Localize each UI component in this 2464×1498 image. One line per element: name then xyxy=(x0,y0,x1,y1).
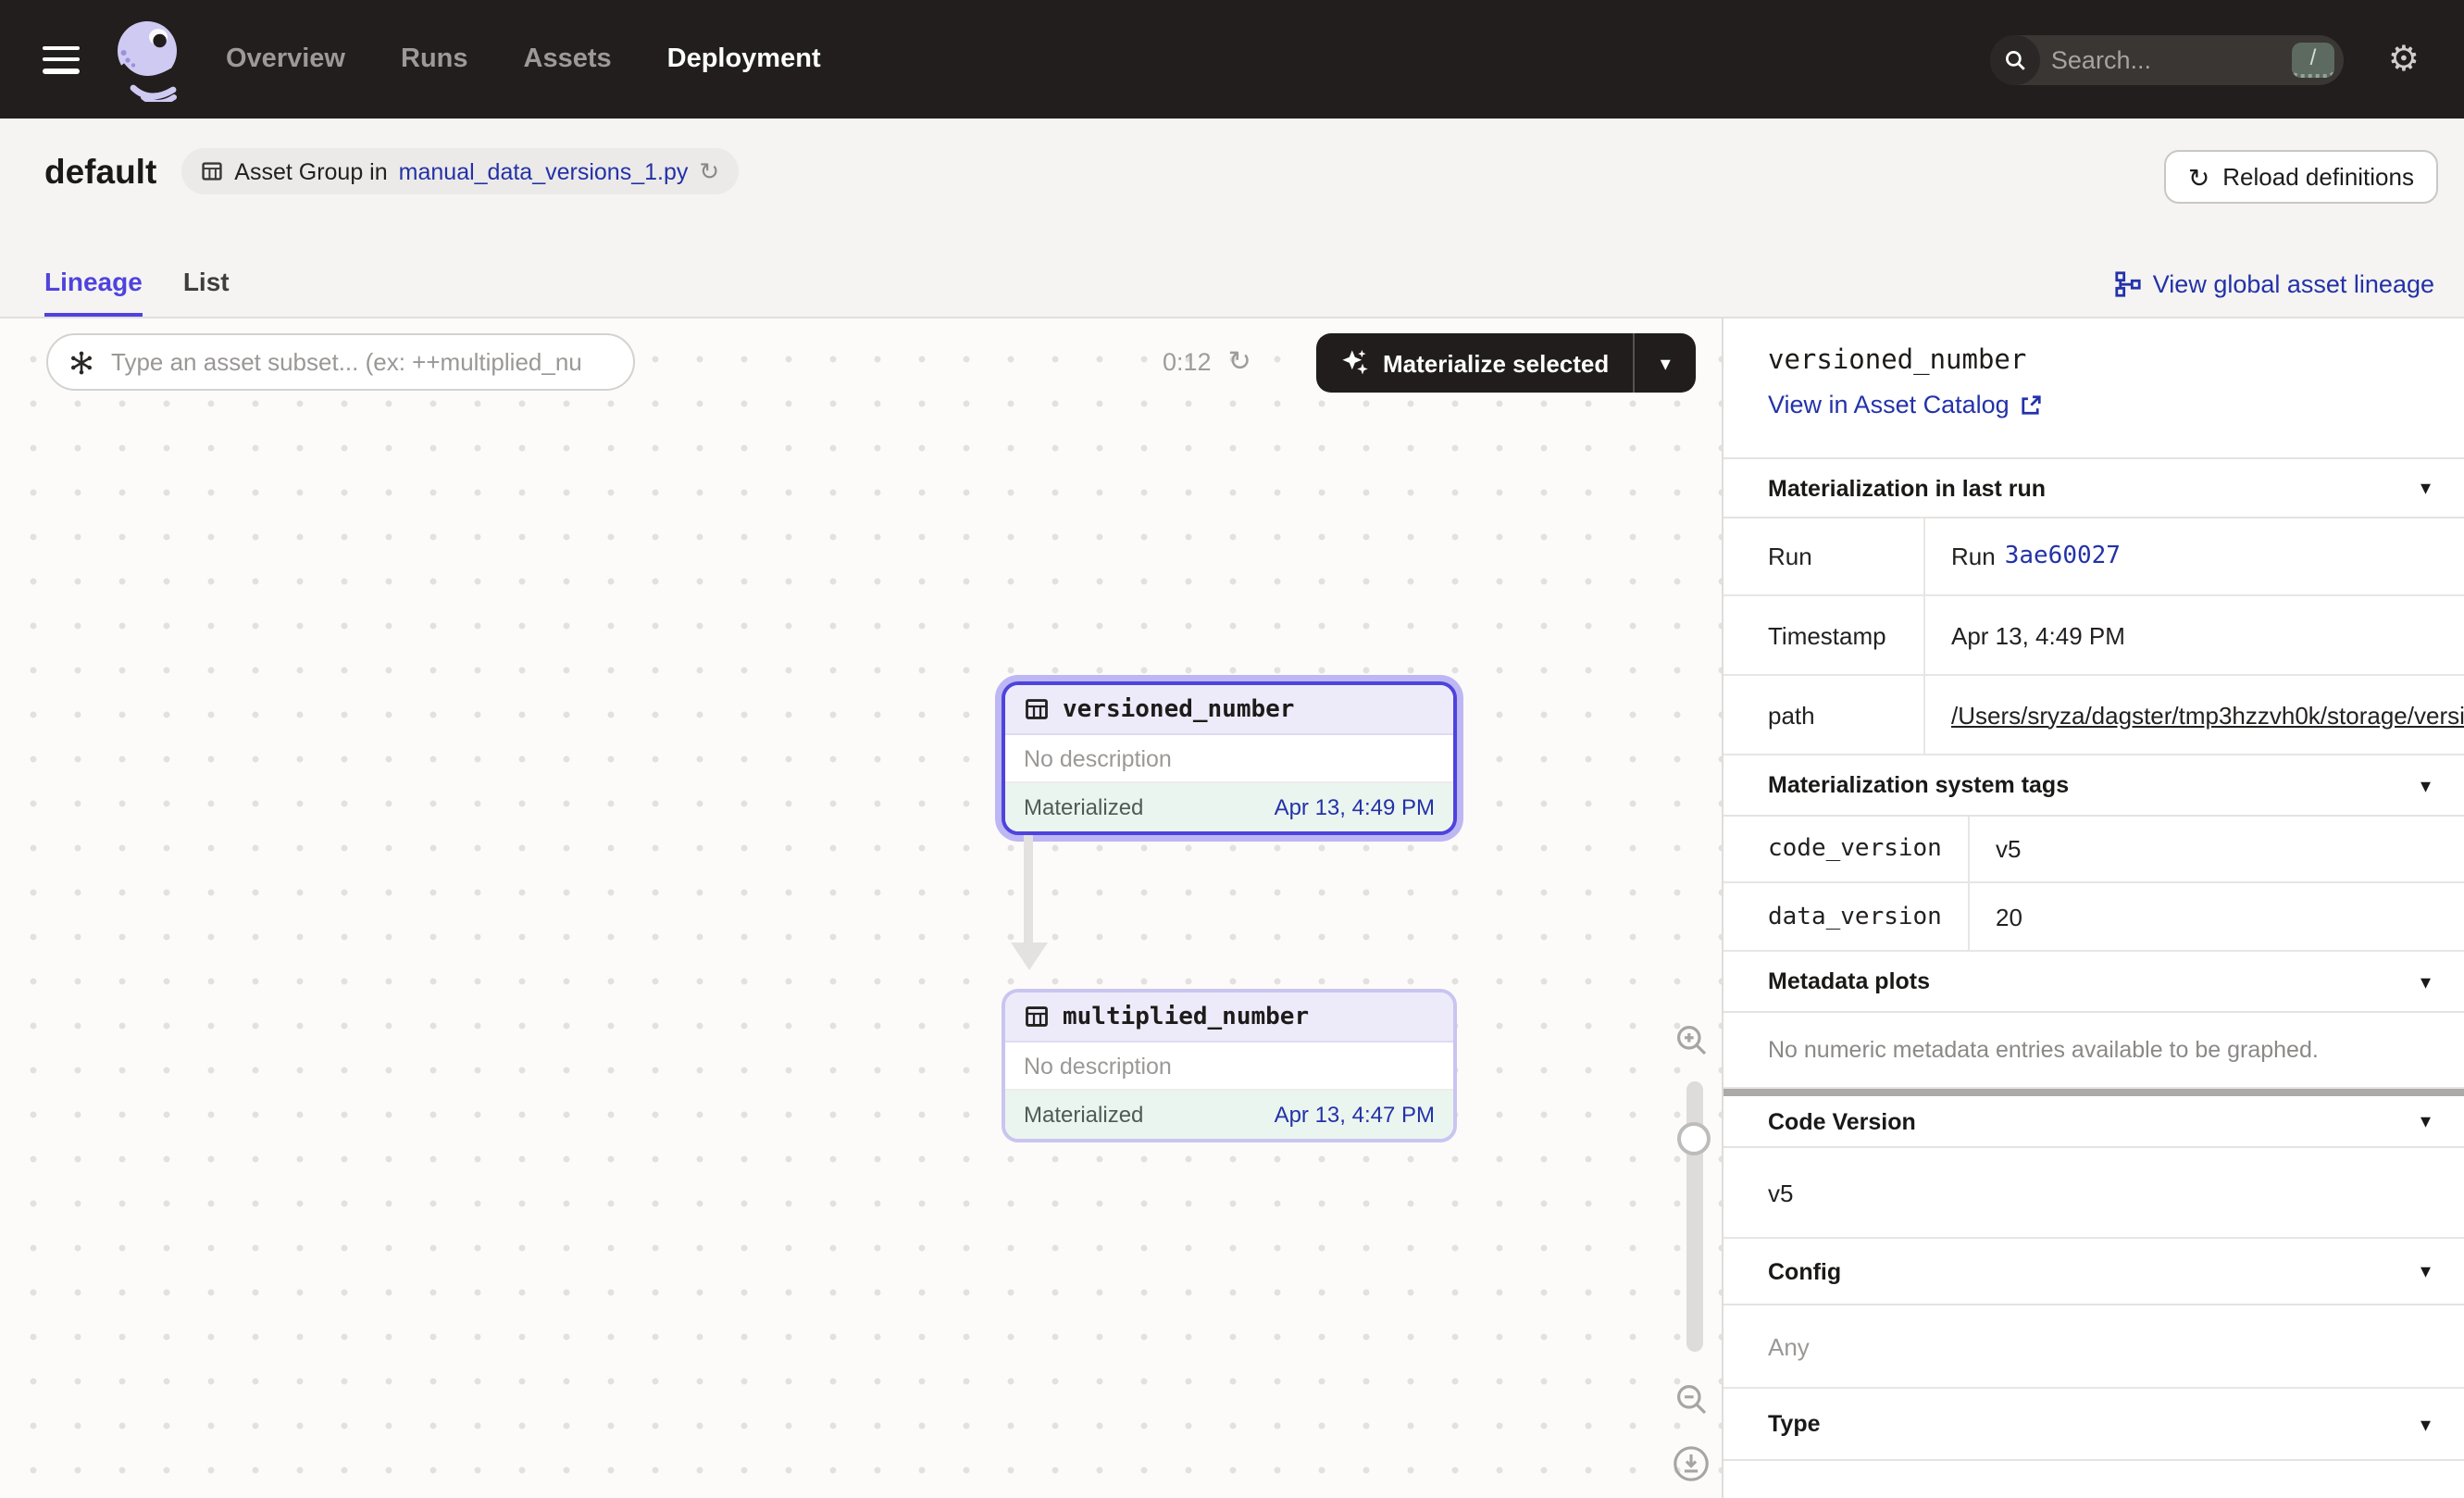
asset-node-versioned-number[interactable]: versioned_number No description Material… xyxy=(1002,681,1457,835)
reload-icon: ↻ xyxy=(2188,164,2209,190)
collapse-caret-icon[interactable]: ▾ xyxy=(2420,773,2431,797)
tag-key: code_version xyxy=(1724,817,1968,881)
menu-icon[interactable] xyxy=(43,45,80,73)
zoom-in-icon[interactable] xyxy=(1674,1022,1711,1059)
collapse-caret-icon[interactable]: ▾ xyxy=(2420,1109,2431,1133)
asset-name: versioned_number xyxy=(1063,695,1294,723)
table-row-data-version: data_version 20 xyxy=(1724,883,2464,952)
run-prefix: Run xyxy=(1951,543,1996,570)
code-version-value: v5 xyxy=(1724,1148,2464,1239)
section-system-tags[interactable]: Materialization system tags ▾ xyxy=(1724,755,2464,817)
timestamp-value: Apr 13, 4:49 PM xyxy=(1923,596,2464,674)
collapse-caret-icon[interactable]: ▾ xyxy=(2420,1259,2431,1283)
timer-value: 0:12 xyxy=(1163,348,1212,376)
refresh-timer: 0:12 ↻ xyxy=(1163,333,1251,391)
refresh-icon[interactable]: ↻ xyxy=(699,159,719,183)
nav-overview[interactable]: Overview xyxy=(226,44,345,74)
asset-group-breadcrumb: Asset Group in manual_data_versions_1.py… xyxy=(180,148,738,194)
view-in-asset-catalog-link[interactable]: View in Asset Catalog xyxy=(1768,391,2434,418)
external-link-icon xyxy=(2021,393,2043,416)
panel-header: versioned_number View in Asset Catalog xyxy=(1724,318,2464,459)
panel-divider xyxy=(1724,1089,2464,1096)
row-label: Run xyxy=(1724,518,1923,594)
tag-value: v5 xyxy=(1968,817,2464,881)
table-row-timestamp: Timestamp Apr 13, 4:49 PM xyxy=(1724,596,2464,676)
lineage-graph-canvas[interactable]: 0:12 ↻ Materialize selected ▾ xyxy=(0,318,1722,1498)
zoom-slider-thumb[interactable] xyxy=(1676,1122,1710,1155)
top-nav: Overview Runs Assets Deployment / ⚙ xyxy=(0,0,2464,119)
path-link[interactable]: /Users/sryza/dagster/tmp3hzzvh0k/storage… xyxy=(1951,701,2464,729)
selected-asset-name: versioned_number xyxy=(1768,346,2434,376)
asset-node-multiplied-number[interactable]: multiplied_number No description Materia… xyxy=(1002,989,1457,1142)
metadata-plots-empty-message: No numeric metadata entries available to… xyxy=(1724,1013,2464,1089)
dagster-logo-icon[interactable] xyxy=(111,18,185,101)
nav-assets[interactable]: Assets xyxy=(524,44,612,74)
page-title: default xyxy=(44,151,156,192)
asset-detail-panel: versioned_number View in Asset Catalog M… xyxy=(1722,318,2464,1498)
breadcrumb-prefix: Asset Group in xyxy=(234,158,387,184)
section-config[interactable]: Config ▾ xyxy=(1724,1239,2464,1305)
asset-table-icon xyxy=(1024,696,1050,722)
search-box[interactable]: / xyxy=(1990,34,2344,84)
section-metadata-plots[interactable]: Metadata plots ▾ xyxy=(1724,952,2464,1013)
page-header: default Asset Group in manual_data_versi… xyxy=(0,119,2464,318)
primary-nav: Overview Runs Assets Deployment xyxy=(226,44,821,74)
download-image-icon[interactable] xyxy=(1672,1444,1711,1483)
slash-shortcut-badge: / xyxy=(2292,42,2334,77)
asset-name: multiplied_number xyxy=(1063,1003,1309,1030)
collapse-caret-icon[interactable]: ▾ xyxy=(2420,476,2431,500)
tab-list[interactable]: List xyxy=(183,267,230,317)
section-code-version[interactable]: Code Version ▾ xyxy=(1724,1096,2464,1148)
reload-definitions-button[interactable]: ↻ Reload definitions xyxy=(2164,150,2438,204)
asset-subset-filter[interactable] xyxy=(46,333,635,391)
zoom-out-icon[interactable] xyxy=(1674,1381,1711,1418)
materialization-time-link[interactable]: Apr 13, 4:49 PM xyxy=(1275,794,1435,820)
asset-table-icon xyxy=(1024,1004,1050,1030)
refresh-icon[interactable]: ↻ xyxy=(1228,348,1251,376)
view-global-lineage-link[interactable]: View global asset lineage xyxy=(2114,270,2434,298)
table-row-run: Run Run 3ae60027 xyxy=(1724,518,2464,596)
collapse-caret-icon[interactable]: ▾ xyxy=(2420,969,2431,993)
sparkle-icon xyxy=(1340,348,1370,378)
materialized-status: Materialized xyxy=(1024,794,1143,820)
table-row-code-version: code_version v5 xyxy=(1724,817,2464,883)
tag-key: data_version xyxy=(1724,883,1968,950)
dagster-app: Overview Runs Assets Deployment / ⚙ defa… xyxy=(0,0,2464,1498)
table-row-path: path /Users/sryza/dagster/tmp3hzzvh0k/st… xyxy=(1724,676,2464,755)
view-tabs: Lineage List xyxy=(44,267,230,317)
settings-gear-icon[interactable]: ⚙ xyxy=(2388,42,2420,77)
materialization-time-link[interactable]: Apr 13, 4:47 PM xyxy=(1275,1102,1435,1128)
lineage-edge xyxy=(1024,835,1033,942)
search-input[interactable] xyxy=(2040,45,2292,73)
op-selector-icon xyxy=(68,349,94,375)
asset-description: No description xyxy=(1005,735,1453,783)
breadcrumb-file-link[interactable]: manual_data_versions_1.py xyxy=(399,158,689,184)
tag-value: 20 xyxy=(1968,883,2464,950)
section-materialization-last-run[interactable]: Materialization in last run ▾ xyxy=(1724,459,2464,518)
materialize-selected-button[interactable]: Materialize selected ▾ xyxy=(1316,333,1696,393)
asset-group-icon xyxy=(199,159,223,183)
materialized-status: Materialized xyxy=(1024,1102,1143,1128)
materialize-options-caret[interactable]: ▾ xyxy=(1635,333,1696,393)
asset-description: No description xyxy=(1005,1042,1453,1091)
lineage-graph-icon xyxy=(2114,270,2142,298)
tab-lineage[interactable]: Lineage xyxy=(44,267,143,317)
config-value: Any xyxy=(1724,1305,2464,1389)
asset-subset-input[interactable] xyxy=(107,346,613,378)
collapse-caret-icon[interactable]: ▾ xyxy=(2420,1412,2431,1436)
search-icon xyxy=(1990,34,2040,84)
nav-runs[interactable]: Runs xyxy=(401,44,468,74)
row-label: path xyxy=(1724,676,1923,754)
nav-deployment[interactable]: Deployment xyxy=(667,44,821,74)
lineage-edge-arrowhead xyxy=(1010,942,1047,970)
run-id-link[interactable]: 3ae60027 xyxy=(2005,543,2121,570)
row-label: Timestamp xyxy=(1724,596,1923,674)
section-type[interactable]: Type ▾ xyxy=(1724,1389,2464,1461)
